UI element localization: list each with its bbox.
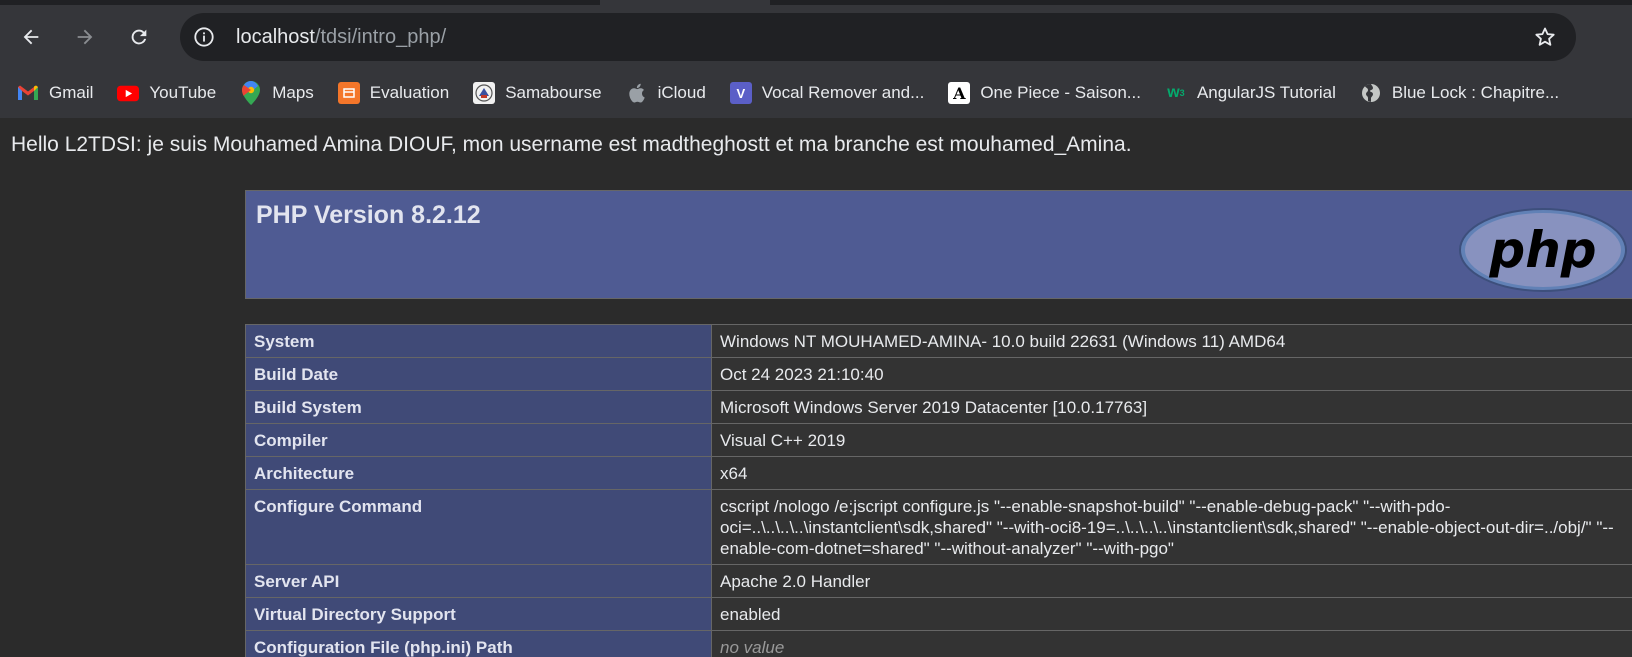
table-row: Virtual Directory Support enabled bbox=[245, 597, 1632, 631]
apple-icon bbox=[626, 82, 648, 104]
row-value: Oct 24 2023 21:10:40 bbox=[711, 357, 1632, 391]
row-key: Configure Command bbox=[245, 489, 712, 565]
youtube-icon bbox=[117, 82, 140, 104]
samabourse-icon bbox=[473, 82, 496, 104]
gmail-icon bbox=[17, 82, 39, 104]
row-key: Server API bbox=[245, 564, 712, 598]
bookmark-label: Samabourse bbox=[505, 83, 602, 102]
bookmark-label: Evaluation bbox=[369, 83, 450, 102]
reload-icon bbox=[131, 29, 147, 45]
evaluation-icon bbox=[337, 82, 360, 104]
bookmark-angularjs[interactable]: w3 AngularJS Tutorial bbox=[1165, 77, 1336, 109]
row-value: x64 bbox=[711, 456, 1632, 490]
star-icon[interactable] bbox=[1532, 24, 1558, 50]
bookmark-vocal-remover[interactable]: V Vocal Remover and... bbox=[729, 77, 925, 109]
arrow-left-icon bbox=[23, 29, 39, 45]
site-info-icon[interactable] bbox=[192, 25, 216, 49]
row-value: cscript /nologo /e:jscript configure.js … bbox=[711, 489, 1632, 565]
row-value: Windows NT MOUHAMED-AMINA- 10.0 build 22… bbox=[711, 324, 1632, 358]
bookmark-label: One Piece - Saison... bbox=[980, 83, 1141, 102]
page-content: Hello L2TDSI: je suis Mouhamed Amina DIO… bbox=[0, 118, 1632, 657]
bookmark-gmail[interactable]: Gmail bbox=[17, 77, 93, 109]
url-path: /tdsi/intro_php/ bbox=[314, 26, 447, 48]
url-host: localhost bbox=[236, 26, 315, 48]
row-value: Apache 2.0 Handler bbox=[711, 564, 1632, 598]
bookmark-label: Vocal Remover and... bbox=[761, 83, 925, 102]
browser-toolbar: localhost/tdsi/intro_php/ bbox=[0, 8, 1632, 66]
arrow-right-icon bbox=[77, 29, 93, 45]
active-tab-edge bbox=[600, 0, 770, 5]
bookmark-label: YouTube bbox=[149, 83, 217, 102]
forward-button[interactable] bbox=[70, 22, 100, 52]
row-value: Visual C++ 2019 bbox=[711, 423, 1632, 457]
bookmark-blue-lock[interactable]: Blue Lock : Chapitre... bbox=[1360, 77, 1559, 109]
row-value: enabled bbox=[711, 597, 1632, 631]
table-row: Configuration File (php.ini) Path no valu… bbox=[245, 630, 1632, 657]
address-bar[interactable]: localhost/tdsi/intro_php/ bbox=[180, 13, 1576, 61]
bookmark-maps[interactable]: Maps bbox=[240, 77, 314, 109]
row-key: Build System bbox=[245, 390, 712, 424]
one-piece-icon: A bbox=[948, 82, 971, 104]
table-row: Server API Apache 2.0 Handler bbox=[245, 564, 1632, 598]
bookmark-label: iCloud bbox=[657, 83, 706, 102]
row-key: Virtual Directory Support bbox=[245, 597, 712, 631]
row-key: Architecture bbox=[245, 456, 712, 490]
url-text[interactable]: localhost/tdsi/intro_php/ bbox=[236, 26, 446, 49]
w3schools-icon: w3 bbox=[1167, 84, 1185, 101]
row-key: Compiler bbox=[245, 423, 712, 457]
table-row: Configure Command cscript /nologo /e:jscr… bbox=[245, 489, 1632, 565]
row-value: Microsoft Windows Server 2019 Datacenter… bbox=[711, 390, 1632, 424]
globe-icon bbox=[1360, 82, 1382, 104]
row-key: System bbox=[245, 324, 712, 358]
table-row: Compiler Visual C++ 2019 bbox=[245, 423, 1632, 457]
table-row: Architecture x64 bbox=[245, 456, 1632, 490]
bookmark-youtube[interactable]: YouTube bbox=[117, 77, 216, 109]
row-key: Configuration File (php.ini) Path bbox=[245, 630, 712, 657]
bookmark-one-piece[interactable]: A One Piece - Saison... bbox=[948, 77, 1141, 109]
back-button[interactable] bbox=[16, 22, 46, 52]
browser-chrome: localhost/tdsi/intro_php/ Gmail YouTube … bbox=[0, 0, 1632, 118]
bookmarks-bar: Gmail YouTube Maps Evaluation Samabourse… bbox=[0, 73, 1632, 113]
maps-icon bbox=[240, 81, 262, 105]
row-key: Build Date bbox=[245, 357, 712, 391]
vocal-remover-icon: V bbox=[729, 82, 752, 104]
reload-button[interactable] bbox=[124, 22, 154, 52]
table-row: Build Date Oct 24 2023 21:10:40 bbox=[245, 357, 1632, 391]
bookmark-icloud[interactable]: iCloud bbox=[626, 77, 706, 109]
bookmark-evaluation[interactable]: Evaluation bbox=[337, 77, 450, 109]
bookmark-samabourse[interactable]: Samabourse bbox=[473, 77, 602, 109]
table-row: System Windows NT MOUHAMED-AMINA- 10.0 bu… bbox=[245, 324, 1632, 358]
bookmark-label: Gmail bbox=[49, 83, 94, 102]
bookmark-label: Maps bbox=[272, 83, 314, 102]
php-logo-icon: php bbox=[1459, 208, 1627, 292]
page-title: PHP Version 8.2.12 bbox=[256, 201, 481, 229]
row-value: no value bbox=[711, 630, 1632, 657]
bookmark-label: Blue Lock : Chapitre... bbox=[1391, 83, 1560, 102]
php-logo-text: php bbox=[1488, 221, 1596, 279]
table-row: Build System Microsoft Windows Server 201… bbox=[245, 390, 1632, 424]
php-info-table: System Windows NT MOUHAMED-AMINA- 10.0 bu… bbox=[245, 324, 1632, 657]
tab-strip bbox=[0, 0, 1632, 5]
hello-text: Hello L2TDSI: je suis Mouhamed Amina DIO… bbox=[11, 133, 1132, 156]
bookmark-label: AngularJS Tutorial bbox=[1196, 83, 1336, 102]
php-version-header: PHP Version 8.2.12 php bbox=[245, 190, 1632, 299]
